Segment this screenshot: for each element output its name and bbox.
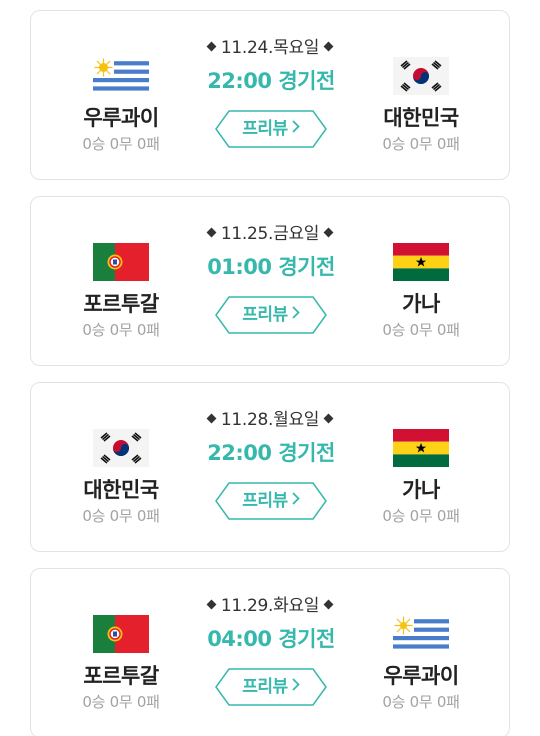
korea-flag-icon	[393, 57, 449, 95]
uruguay-flag-icon	[393, 615, 449, 653]
match-date-row: 11.29.화요일	[31, 591, 509, 616]
match-card: 11.25.금요일 포르투갈 0승 0무 0패 01:00 경기전 프리뷰 가나…	[30, 196, 510, 366]
home-team-record: 0승 0무 0패	[82, 135, 160, 153]
diamond-icon	[323, 227, 334, 237]
match-card: 11.28.월요일 대한민국 0승 0무 0패 22:00 경기전 프리뷰 가나…	[30, 382, 510, 552]
preview-button-label: 프리뷰	[242, 491, 288, 511]
away-team-name: 가나	[402, 478, 440, 502]
match-card: 11.24.목요일 우루과이 0승 0무 0패 22:00 경기전 프리뷰 대한…	[30, 10, 510, 180]
kickoff-status: 22:00 경기전	[207, 441, 335, 465]
match-date: 11.28.월요일	[220, 410, 320, 430]
home-team: 대한민국 0승 0무 0패	[56, 429, 186, 525]
diamond-icon	[206, 227, 217, 237]
match-center: 01:00 경기전 프리뷰	[186, 254, 356, 334]
ghana-flag-icon	[393, 243, 449, 281]
away-team-record: 0승 0무 0패	[382, 693, 460, 711]
chevron-right-icon	[292, 295, 300, 333]
home-team-record: 0승 0무 0패	[82, 321, 160, 339]
chevron-right-icon	[292, 109, 300, 147]
match-card: 11.29.화요일 포르투갈 0승 0무 0패 04:00 경기전 프리뷰 우루…	[30, 568, 510, 736]
away-team-record: 0승 0무 0패	[382, 321, 460, 339]
home-team-name: 우루과이	[83, 106, 159, 130]
diamond-icon	[323, 599, 334, 609]
away-team: 우루과이 0승 0무 0패	[356, 615, 486, 711]
home-team-record: 0승 0무 0패	[82, 693, 160, 711]
away-team-record: 0승 0무 0패	[382, 135, 460, 153]
match-schedule-list: 11.24.목요일 우루과이 0승 0무 0패 22:00 경기전 프리뷰 대한…	[0, 0, 540, 736]
preview-button-label-wrap: 프리뷰	[215, 296, 327, 334]
match-date-row: 11.28.월요일	[31, 405, 509, 430]
preview-button[interactable]: 프리뷰	[215, 668, 327, 706]
diamond-icon	[206, 413, 217, 423]
match-date: 11.24.목요일	[220, 38, 320, 58]
away-team-name: 가나	[402, 292, 440, 316]
preview-button-label: 프리뷰	[242, 677, 288, 697]
kickoff-status: 22:00 경기전	[207, 69, 335, 93]
away-team-record: 0승 0무 0패	[382, 507, 460, 525]
kickoff-status: 04:00 경기전	[207, 627, 335, 651]
chevron-right-icon	[292, 667, 300, 705]
diamond-icon	[206, 41, 217, 51]
diamond-icon	[323, 41, 334, 51]
chevron-right-icon	[292, 481, 300, 519]
match-date: 11.25.금요일	[220, 224, 320, 244]
korea-flag-icon	[93, 429, 149, 467]
preview-button-label: 프리뷰	[242, 305, 288, 325]
portugal-flag-icon	[93, 243, 149, 281]
away-team: 가나 0승 0무 0패	[356, 243, 486, 339]
preview-button-label: 프리뷰	[242, 119, 288, 139]
ghana-flag-icon	[393, 429, 449, 467]
preview-button-label-wrap: 프리뷰	[215, 110, 327, 148]
preview-button-label-wrap: 프리뷰	[215, 668, 327, 706]
match-date-row: 11.24.목요일	[31, 33, 509, 58]
match-date: 11.29.화요일	[220, 596, 320, 616]
home-team-name: 포르투갈	[83, 292, 159, 316]
preview-button[interactable]: 프리뷰	[215, 296, 327, 334]
home-team-record: 0승 0무 0패	[82, 507, 160, 525]
preview-button[interactable]: 프리뷰	[215, 482, 327, 520]
preview-button[interactable]: 프리뷰	[215, 110, 327, 148]
kickoff-status: 01:00 경기전	[207, 255, 335, 279]
home-team: 포르투갈 0승 0무 0패	[56, 615, 186, 711]
match-center: 22:00 경기전 프리뷰	[186, 68, 356, 148]
match-date-row: 11.25.금요일	[31, 219, 509, 244]
match-center: 04:00 경기전 프리뷰	[186, 626, 356, 706]
home-team-name: 포르투갈	[83, 664, 159, 688]
away-team: 가나 0승 0무 0패	[356, 429, 486, 525]
home-team: 우루과이 0승 0무 0패	[56, 57, 186, 153]
diamond-icon	[206, 599, 217, 609]
home-team: 포르투갈 0승 0무 0패	[56, 243, 186, 339]
preview-button-label-wrap: 프리뷰	[215, 482, 327, 520]
home-team-name: 대한민국	[83, 478, 159, 502]
diamond-icon	[323, 413, 334, 423]
portugal-flag-icon	[93, 615, 149, 653]
away-team: 대한민국 0승 0무 0패	[356, 57, 486, 153]
uruguay-flag-icon	[93, 57, 149, 95]
away-team-name: 대한민국	[383, 106, 459, 130]
match-center: 22:00 경기전 프리뷰	[186, 440, 356, 520]
away-team-name: 우루과이	[383, 664, 459, 688]
